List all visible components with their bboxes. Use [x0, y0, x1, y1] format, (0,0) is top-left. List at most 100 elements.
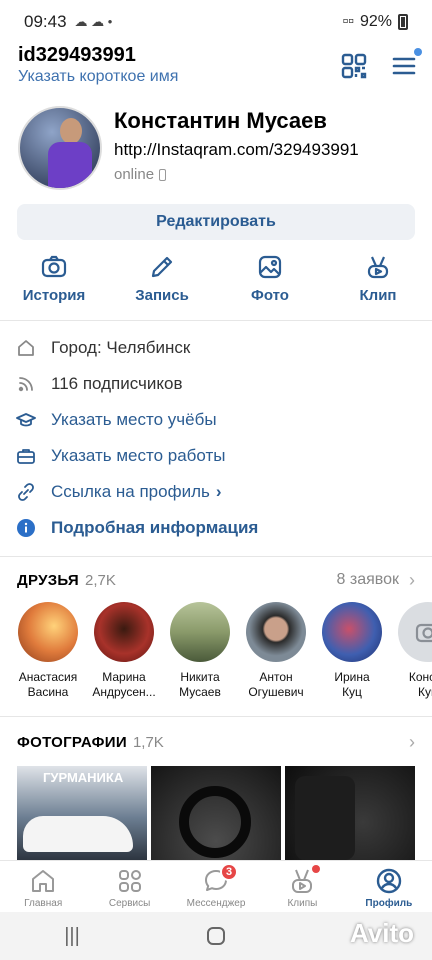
avatar[interactable]: [18, 106, 102, 190]
online-status: online: [114, 166, 167, 183]
nav-profile-label: Профиль: [365, 898, 413, 909]
menu-button[interactable]: [390, 48, 422, 80]
photos-title: ФОТОГРАФИИ: [17, 733, 127, 751]
action-clip-label: Клип: [359, 287, 397, 304]
friend-item[interactable]: Анастасия Васина: [10, 602, 86, 702]
camera-icon: [415, 623, 432, 643]
profile-header: id329493991 Указать короткое имя: [0, 44, 432, 94]
friend-avatar: [398, 602, 432, 662]
recent-apps-icon: |||: [64, 924, 80, 947]
nav-profile[interactable]: Профиль: [346, 861, 432, 912]
friend-avatar: [94, 602, 154, 662]
friend-requests[interactable]: 8 заявок: [337, 571, 399, 589]
friends-title: ДРУЗЬЯ: [17, 571, 80, 589]
photos-strip: ГУРМАНИКА: [17, 766, 432, 860]
battery-level: 92%: [359, 13, 392, 30]
action-clip[interactable]: Клип: [324, 254, 432, 310]
link-icon: [18, 483, 34, 501]
info-city: Город: Челябинск: [16, 330, 416, 366]
photo-thumbnail[interactable]: [151, 766, 281, 860]
action-story-label: История: [22, 287, 86, 304]
avatar-head: [60, 118, 82, 144]
friend-avatar: [322, 602, 382, 662]
nav-clips[interactable]: Клипы: [259, 861, 345, 912]
divider: [0, 716, 432, 717]
clip-icon: [367, 256, 389, 279]
nav-messenger-label: Мессенджер: [186, 898, 246, 909]
info-profile-link[interactable]: Ссылка на профиль ›: [16, 474, 416, 510]
action-photo[interactable]: Фото: [216, 254, 324, 310]
chevron-right-icon: ›: [409, 731, 415, 752]
home-icon: [18, 340, 34, 356]
info-study[interactable]: Указать место учёбы: [16, 402, 416, 438]
qr-code-icon[interactable]: [340, 52, 368, 80]
steering-wheel-shape: [179, 786, 251, 858]
friend-item[interactable]: Ирина Куц: [314, 602, 390, 702]
seat-shape: [295, 776, 355, 860]
profile-link[interactable]: http://Instaqram.com/329493991: [114, 140, 359, 160]
battery-icon: [398, 14, 408, 30]
photo-sign-text: ГУРМАНИКА: [43, 770, 124, 785]
nav-services[interactable]: Сервисы: [86, 861, 172, 912]
clips-notification-dot: [312, 865, 321, 873]
nav-home[interactable]: Главная: [0, 861, 86, 912]
friends-count: 2,7K: [85, 571, 116, 589]
quick-actions: История Запись Фото Клип: [0, 254, 432, 310]
action-photo-label: Фото: [251, 287, 289, 304]
info-work-text: Указать место работы: [51, 446, 226, 465]
info-study-text: Указать место учёбы: [51, 410, 217, 429]
home-circle-icon: [207, 927, 225, 945]
car-shape: [23, 816, 133, 852]
friend-name: Антон Огушевич: [248, 670, 304, 699]
home-button[interactable]: [144, 927, 288, 945]
friend-name: Никита Мусаев: [179, 670, 221, 699]
chevron-right-icon: ›: [215, 482, 222, 501]
profile-info-list: Город: Челябинск 116 подписчиков Указать…: [16, 330, 416, 546]
rss-icon: [18, 377, 33, 392]
friend-item[interactable]: Никита Мусаев: [162, 602, 238, 702]
pencil-icon: [151, 256, 173, 278]
online-label: online: [114, 166, 155, 183]
friends-list: Анастасия Васина Марина Андрусен... Никита…: [10, 602, 432, 702]
action-post[interactable]: Запись: [108, 254, 216, 310]
profile-icon: [376, 868, 402, 894]
photos-count: 1,7K: [132, 733, 164, 751]
avatar-shirt: [48, 142, 92, 188]
info-work[interactable]: Указать место работы: [16, 438, 416, 474]
home-icon: [32, 870, 55, 892]
graduation-cap-icon: [16, 413, 36, 427]
friend-item[interactable]: Марина Андрусен...: [86, 602, 162, 702]
friend-item[interactable]: Антон Огушевич: [238, 602, 314, 702]
menu-notification-dot: [414, 48, 422, 56]
nav-home-label: Главная: [24, 898, 63, 909]
recent-apps-button[interactable]: |||: [0, 925, 144, 948]
mobile-icon: [159, 168, 167, 181]
info-details-text: Подробная информация: [51, 518, 259, 537]
signal-icon: ▫▫: [342, 13, 354, 30]
image-icon: [258, 255, 282, 279]
nav-messenger[interactable]: 3 Мессенджер: [173, 861, 259, 912]
status-bar: 09:43 ☁ ☁ • ▫▫ 92%: [0, 0, 432, 44]
messenger-badge: 3: [220, 863, 239, 881]
info-city-text: Город: Челябинск: [51, 338, 191, 357]
friend-item[interactable]: КонстаКуц: [390, 602, 432, 702]
photo-thumbnail[interactable]: ГУРМАНИКА: [17, 766, 147, 860]
status-time: 09:43: [24, 12, 67, 31]
camera-icon: [41, 255, 67, 278]
edit-profile-button[interactable]: Редактировать: [17, 204, 415, 240]
friend-name: Ирина Куц: [334, 670, 370, 699]
chevron-right-icon: ›: [409, 569, 415, 590]
info-icon: [17, 519, 35, 537]
photo-thumbnail[interactable]: [285, 766, 415, 860]
info-followers-text: 116 подписчиков: [51, 374, 183, 393]
action-story[interactable]: История: [0, 254, 108, 310]
friends-header[interactable]: ДРУЗЬЯ 2,7K 8 заявок ›: [17, 568, 415, 592]
notification-icons: ☁ ☁ •: [74, 14, 113, 29]
friend-avatar: [18, 602, 78, 662]
info-followers[interactable]: 116 подписчиков: [16, 366, 416, 402]
photos-header[interactable]: ФОТОГРАФИИ 1,7K ›: [17, 730, 415, 754]
briefcase-icon: [17, 449, 35, 464]
friend-name: Анастасия Васина: [18, 670, 78, 699]
friend-name: Марина Андрусен...: [92, 670, 156, 699]
info-details[interactable]: Подробная информация: [16, 510, 416, 546]
